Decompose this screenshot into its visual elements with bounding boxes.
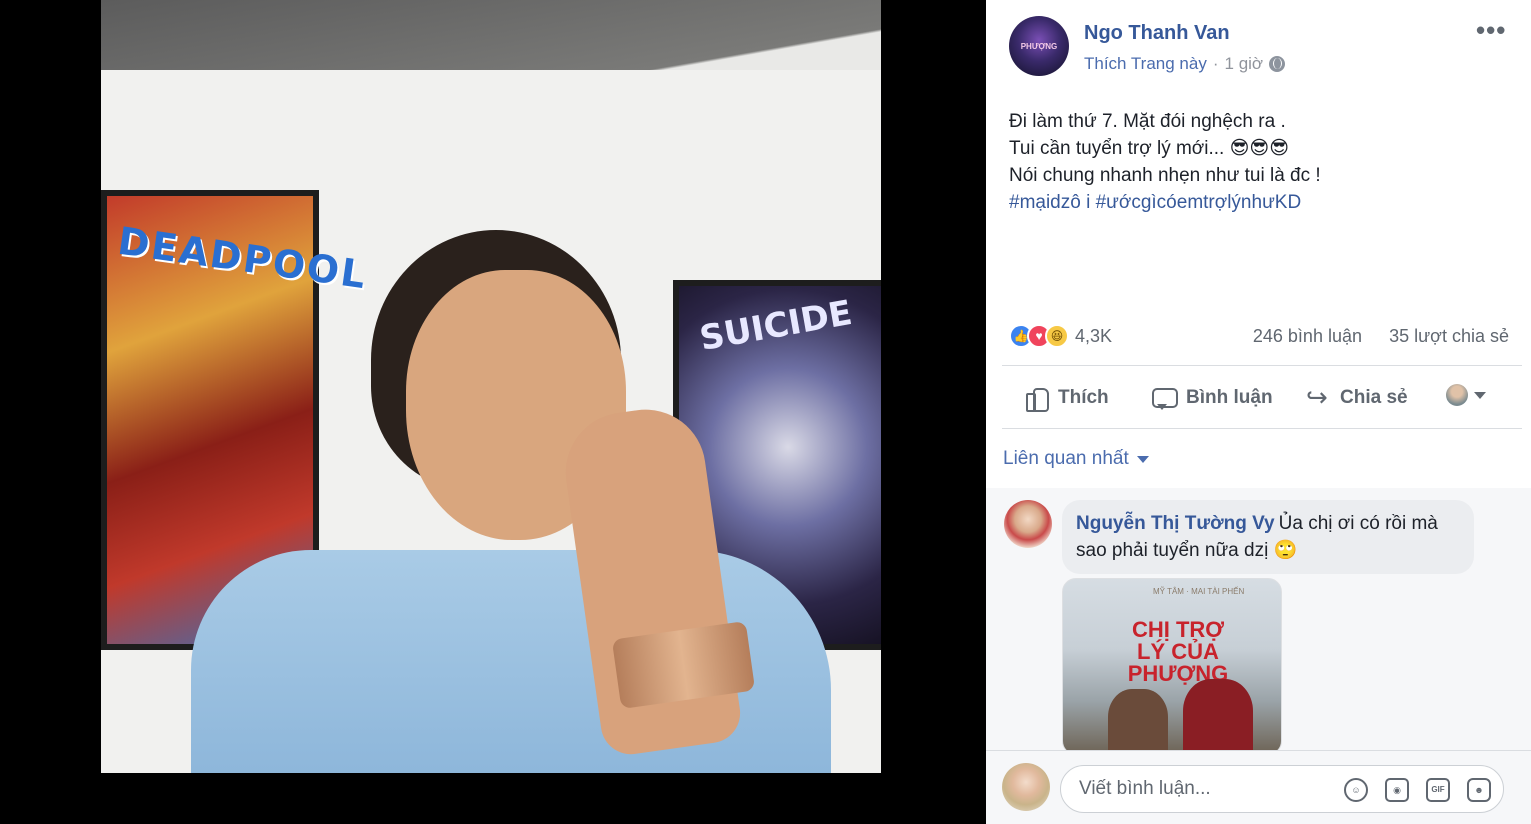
more-options-icon[interactable]: •••	[1476, 17, 1506, 43]
comment-bubble-icon	[1150, 384, 1178, 412]
meta-separator: ·	[1212, 54, 1219, 73]
viewer-avatar	[1002, 763, 1050, 811]
commenter-avatar[interactable]	[1004, 500, 1052, 548]
comment-sort-dropdown[interactable]: Liên quan nhất	[1003, 448, 1149, 470]
reaction-summary: 👍 ♥ 😆 4,3K 246 bình luận 35 lượt chia sẻ	[1009, 322, 1509, 352]
thumbs-up-icon	[1022, 384, 1050, 412]
post-text-line: Tui cần tuyển trợ lý mới... 😎😎😎	[1009, 138, 1290, 159]
sticker-icon[interactable]: ☻	[1467, 778, 1491, 802]
comment-composer: Viết bình luận... ☺ ◉ GIF ☻	[986, 750, 1531, 824]
gif-icon[interactable]: GIF	[1426, 778, 1450, 802]
globe-icon	[1269, 56, 1286, 72]
post-hashtags[interactable]: #mạidzô i #ướcgìcóemtrợlýnhưKD	[1009, 189, 1509, 216]
like-button-label: Thích	[1058, 387, 1109, 408]
share-button[interactable]: Chia sẻ	[1304, 376, 1408, 420]
page-avatar-text: PHƯỢNG	[1020, 42, 1058, 51]
chevron-down-icon	[1136, 455, 1149, 463]
post-text-line: Nói chung nhanh nhẹn như tui là đc !	[1009, 165, 1321, 186]
post-time[interactable]: 1 giờ	[1225, 54, 1264, 74]
page-avatar[interactable]: PHƯỢNG	[1009, 16, 1069, 76]
comment-count[interactable]: 246 bình luận	[1253, 326, 1362, 347]
like-page-link[interactable]: Thích Trang này	[1084, 54, 1207, 74]
haha-icon: 😆	[1045, 324, 1069, 348]
viewer-avatar	[1446, 384, 1468, 406]
comment-image-subtitle: MỸ TÂM · MAI TÀI PHẾN	[1153, 587, 1245, 596]
image-figure	[1183, 679, 1253, 750]
share-button-label: Chia sẻ	[1340, 387, 1408, 408]
page-name-link[interactable]: Ngo Thanh Van	[1084, 22, 1230, 45]
comment-image[interactable]: MỸ TÂM · MAI TÀI PHẾN CHỊ TRỢ LÝ CỦA PHƯ…	[1062, 578, 1282, 750]
sort-label: Liên quan nhất	[1003, 448, 1129, 469]
like-button[interactable]: Thích	[1022, 376, 1109, 420]
comment-button-label: Bình luận	[1186, 387, 1273, 408]
comment-button[interactable]: Bình luận	[1150, 376, 1273, 420]
composer-icons: ☺ ◉ GIF ☻	[1344, 778, 1491, 802]
divider	[1002, 428, 1522, 429]
comment-author[interactable]: Nguyễn Thị Tường Vy	[1076, 513, 1275, 534]
chevron-down-icon	[1474, 391, 1486, 399]
post-meta: Thích Trang này · 1 giờ	[1084, 54, 1286, 74]
share-arrow-icon	[1304, 382, 1332, 413]
share-count[interactable]: 35 lượt chia sẻ	[1389, 326, 1509, 347]
comments-section: Nguyễn Thị Tường Vy Ủa chị ơi có rồi mà s…	[986, 488, 1531, 750]
reaction-count[interactable]: 4,3K	[1075, 326, 1112, 347]
post-sidebar: PHƯỢNG Ngo Thanh Van Thích Trang này · 1…	[986, 0, 1531, 824]
divider	[1002, 365, 1522, 366]
camera-icon[interactable]: ◉	[1385, 778, 1409, 802]
comment-input-placeholder: Viết bình luận...	[1079, 778, 1211, 799]
comment-bubble: Nguyễn Thị Tường Vy Ủa chị ơi có rồi mà s…	[1062, 500, 1474, 574]
image-figure	[1108, 689, 1168, 750]
post-photo[interactable]: DEADPOOL SUICIDE	[101, 0, 881, 773]
post-as-selector[interactable]	[1446, 384, 1486, 406]
post-text: Đi làm thứ 7. Mặt đói nghệch ra . Tui cầ…	[1009, 108, 1509, 216]
comment-input[interactable]: Viết bình luận... ☺ ◉ GIF ☻	[1060, 765, 1504, 813]
action-bar: Thích Bình luận Chia sẻ	[986, 376, 1531, 420]
emoji-icon[interactable]: ☺	[1344, 778, 1368, 802]
comment-image-title: CHỊ TRỢ LÝ CỦA PHƯỢNG	[1127, 617, 1229, 686]
post-text-line: Đi làm thứ 7. Mặt đói nghệch ra .	[1009, 111, 1286, 132]
person-figure	[161, 230, 861, 773]
